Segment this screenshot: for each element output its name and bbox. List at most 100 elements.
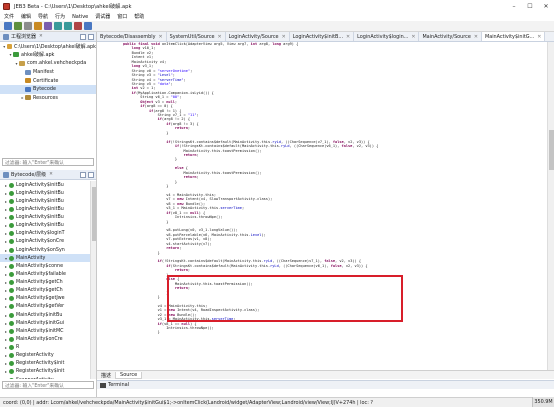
hierarchy-item[interactable]: ▸ MainActivity$conne <box>0 262 90 270</box>
menu-item[interactable]: 行为 <box>55 13 65 20</box>
menu-item[interactable]: 导航 <box>38 13 48 20</box>
hierarchy-item[interactable]: ▸ LoginActivity$loginT <box>0 230 90 238</box>
expand-arrow-icon[interactable]: ▸ <box>0 378 9 379</box>
close-project-icon[interactable] <box>24 22 32 30</box>
hierarchy-item[interactable]: ▸ RegisterActivity$init <box>0 360 90 368</box>
hierarchy-item[interactable]: ▸ ScannerActivity <box>0 376 90 379</box>
minimize-panel-icon[interactable] <box>80 171 86 178</box>
expand-arrow-icon[interactable]: ▸ <box>0 207 9 212</box>
editor-tab[interactable]: LoginActivity/Source ✕ <box>226 32 290 41</box>
project-filter-input[interactable]: 过滤器: 输入"Enter"来确认 <box>2 158 94 166</box>
hierarchy-item[interactable]: ▸ MainActivity$initGui <box>0 319 90 327</box>
hierarchy-item[interactable]: ▸ LoginActivity$initBu <box>0 189 90 197</box>
expand-arrow-icon[interactable]: ▸ <box>0 321 9 326</box>
hierarchy-item[interactable]: ▸ MainActivity$getJwe <box>0 295 90 303</box>
hierarchy-item[interactable]: ▸ MainActivity$failable <box>0 270 90 278</box>
view-subtab[interactable]: 描述 <box>97 372 115 379</box>
save-icon[interactable] <box>14 22 22 30</box>
maximize-panel-icon[interactable] <box>88 171 94 178</box>
hierarchy-item[interactable]: ▸ LoginActivity$initBu <box>0 222 90 230</box>
expand-arrow-icon[interactable]: ▸ <box>0 239 9 244</box>
hierarchy-item[interactable]: ▸ MainActivity$getCh <box>0 287 90 295</box>
hierarchy-item[interactable]: ▸ MainActivity$initMC <box>0 327 90 335</box>
close-icon[interactable]: ✕ <box>538 0 554 12</box>
expand-arrow-icon[interactable]: ▸ <box>0 215 9 220</box>
minimize-icon[interactable]: – <box>506 0 522 12</box>
hierarchy-item[interactable]: ▸ LoginActivity$initBu <box>0 205 90 213</box>
open-file-icon[interactable] <box>4 22 12 30</box>
hierarchy-item[interactable]: ▸ RegisterActivity$init <box>0 368 90 376</box>
project-tree-item[interactable]: ▾ com.ahkel.vehcheckpda <box>0 59 96 68</box>
debug-icon[interactable] <box>34 22 42 30</box>
project-tree-item[interactable]: Bytecode <box>0 84 96 94</box>
expand-arrow-icon[interactable]: ▸ <box>0 337 9 342</box>
scrollbar-thumb[interactable] <box>549 130 554 170</box>
hierarchy-item[interactable]: ▾ MainActivity <box>0 254 90 263</box>
terminal-panel[interactable]: Terminal <box>97 380 554 389</box>
expand-arrow-icon[interactable]: ▾ <box>2 44 7 49</box>
maximize-panel-icon[interactable] <box>88 33 94 40</box>
expand-arrow-icon[interactable]: ▸ <box>0 288 9 293</box>
settings-icon[interactable] <box>84 22 92 30</box>
editor-scrollbar[interactable] <box>547 42 554 370</box>
hierarchy-item[interactable]: ▸ R <box>0 344 90 352</box>
navigate-back-icon[interactable] <box>54 22 62 30</box>
expand-arrow-icon[interactable]: ▸ <box>0 199 9 204</box>
menu-item[interactable]: 窗口 <box>117 13 127 20</box>
navigate-forward-icon[interactable] <box>64 22 72 30</box>
close-tab-icon[interactable]: ✕ <box>537 34 541 40</box>
hierarchy-item[interactable]: ▸ LoginActivity$initBu <box>0 214 90 222</box>
editor-tab[interactable]: Bytecode/Disassembly ✕ <box>97 32 167 41</box>
maximize-icon[interactable]: ☐ <box>522 0 538 12</box>
expand-arrow-icon[interactable]: ▾ <box>0 256 9 261</box>
menu-item[interactable]: 帮助 <box>134 13 144 20</box>
expand-arrow-icon[interactable]: ▸ <box>0 345 9 350</box>
project-tree-item[interactable]: Manifest <box>0 68 96 77</box>
expand-arrow-icon[interactable]: ▸ <box>0 329 9 334</box>
expand-arrow-icon[interactable]: ▸ <box>0 280 9 285</box>
expand-arrow-icon[interactable]: ▸ <box>0 361 9 366</box>
menu-item[interactable]: 编辑 <box>21 13 31 20</box>
project-tree-item[interactable]: ▸ Resources <box>0 94 96 103</box>
expand-arrow-icon[interactable]: ▸ <box>0 248 9 253</box>
editor-tab[interactable]: LoginActivity$initB... ✕ <box>290 32 355 41</box>
expand-arrow-icon[interactable]: ▸ <box>0 369 9 374</box>
hierarchy-item[interactable]: ▸ LoginActivity$onSyn <box>0 246 90 254</box>
editor-tab[interactable]: LoginActivity$login... ✕ <box>354 32 420 41</box>
minimize-panel-icon[interactable] <box>80 33 86 40</box>
editor-tab[interactable]: MainActivity/Source ✕ <box>419 32 482 41</box>
memory-indicator[interactable]: 350.9M <box>532 397 554 407</box>
expand-arrow-icon[interactable]: ▸ <box>0 272 9 277</box>
expand-arrow-icon[interactable]: ▸ <box>0 264 9 269</box>
expand-arrow-icon[interactable]: ▸ <box>0 231 9 236</box>
stop-icon[interactable] <box>74 22 82 30</box>
editor-tab[interactable]: MainActivity$initG... ✕ <box>481 32 546 41</box>
hierarchy-item[interactable]: ▸ MainActivity$onCre <box>0 335 90 343</box>
hierarchy-item[interactable]: ▸ LoginActivity$initBu <box>0 181 90 189</box>
hierarchy-item[interactable]: ▸ RegisterActivity <box>0 352 90 360</box>
menu-item[interactable]: 文件 <box>4 13 14 20</box>
expand-arrow-icon[interactable]: ▸ <box>0 191 9 196</box>
menu-item[interactable]: 调试器 <box>95 13 110 20</box>
project-tree-item[interactable]: ▾ ahkel破解.apk <box>0 51 96 60</box>
close-icon[interactable]: ✕ <box>49 172 53 177</box>
hierarchy-item[interactable]: ▸ MainActivity$getVer <box>0 303 90 311</box>
menu-item[interactable]: Native <box>72 14 88 20</box>
expand-arrow-icon[interactable]: ▸ <box>0 313 9 318</box>
hierarchy-item[interactable]: ▸ LoginActivity$initBu <box>0 197 90 205</box>
close-tab-icon[interactable]: ✕ <box>159 34 163 40</box>
close-tab-icon[interactable]: ✕ <box>346 34 350 40</box>
project-tree-item[interactable]: Certificate <box>0 76 96 85</box>
hierarchy-item[interactable]: ▸ MainActivity$initBu <box>0 311 90 319</box>
decompile-icon[interactable] <box>44 22 52 30</box>
project-tree-item[interactable]: ▾ C:\Users\1\Desktop\ahkel破解.apk <box>0 42 96 51</box>
hierarchy-item[interactable]: ▸ MainActivity$getCh <box>0 279 90 287</box>
expand-arrow-icon[interactable]: ▸ <box>0 353 9 358</box>
close-tab-icon[interactable]: ✕ <box>218 34 222 40</box>
code-editor[interactable]: public final void onItemClick(AdapterVie… <box>97 42 547 370</box>
view-subtab[interactable]: Source <box>115 371 143 379</box>
hierarchy-item[interactable]: ▸ LoginActivity$onCre <box>0 238 90 246</box>
close-icon[interactable]: ✕ <box>39 34 43 39</box>
close-tab-icon[interactable]: ✕ <box>474 34 478 40</box>
expand-arrow-icon[interactable]: ▸ <box>0 304 9 309</box>
